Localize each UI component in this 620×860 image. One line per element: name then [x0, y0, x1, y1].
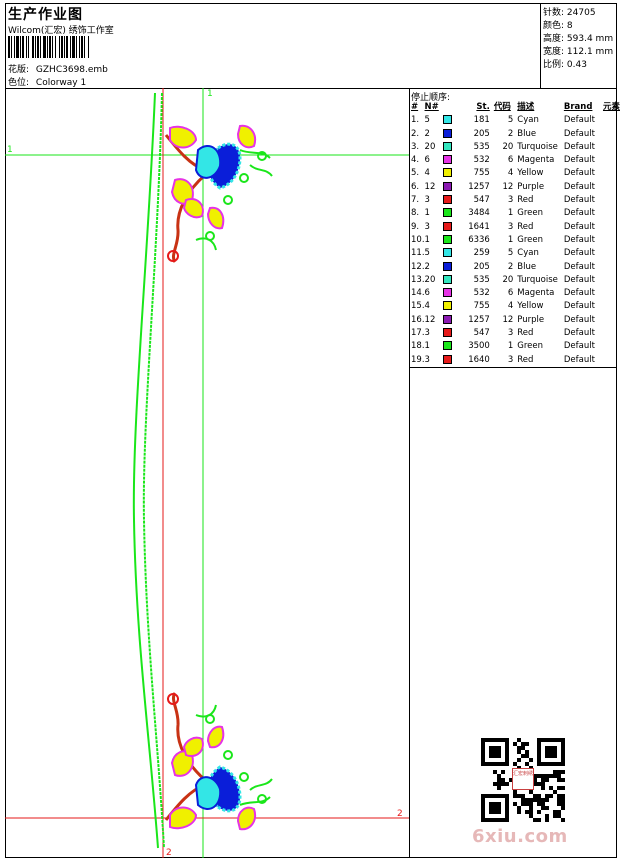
guide-label-v2: 2 [166, 848, 172, 858]
embroidery-design: 1 1 2 2 [5, 88, 409, 858]
guide-label-h2: 2 [397, 809, 403, 819]
guide-label-h1: 1 [7, 145, 13, 155]
floral-motif-top [164, 124, 273, 263]
floral-motif-bottom [164, 692, 273, 831]
guide-label-v1: 1 [207, 89, 213, 99]
border-stem-outer [132, 92, 159, 849]
border-stem-inner [142, 92, 165, 849]
watermark: 6xiu.com [472, 826, 568, 847]
qr-logo-stamp: 汇宏刺绣 [512, 768, 534, 790]
